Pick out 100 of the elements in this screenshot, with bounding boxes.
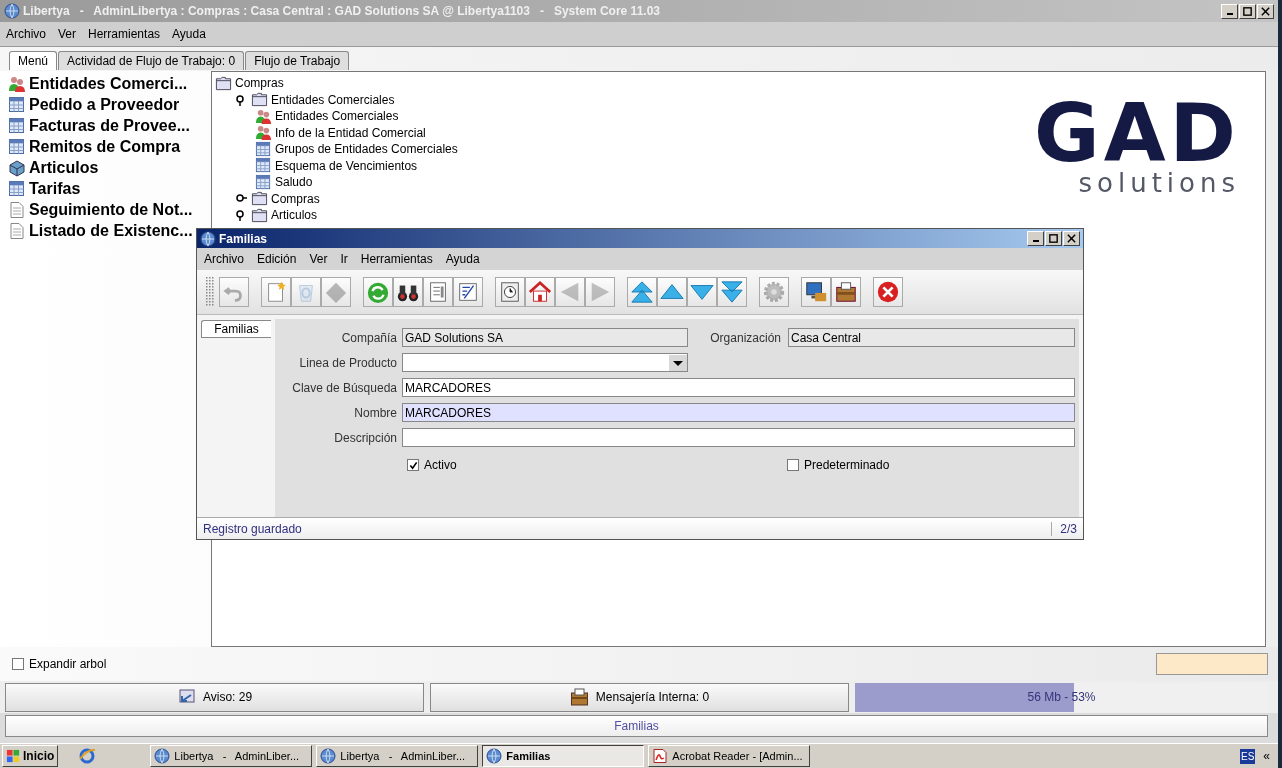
sidebar-item[interactable]: Tarifas [8,178,81,199]
minimize-button[interactable] [1221,3,1238,19]
sidebar-item[interactable]: Articulos [8,157,99,178]
tree-item[interactable]: Esquema de Vencimientos [255,157,418,175]
monitor-icon [804,280,828,304]
tree-item[interactable]: Compras [251,190,320,208]
tab[interactable]: Menú [9,51,58,70]
menu-item[interactable]: Ir [340,252,348,266]
refresh-icon [366,280,390,304]
sidebar-item[interactable]: Entidades Comerci... [8,73,188,94]
table-icon [8,116,26,135]
box-icon [8,158,26,177]
expanded-toggle-icon[interactable] [235,209,247,222]
input-field[interactable]: Casa Central [788,328,1075,347]
folder-icon [251,190,268,208]
folder-icon [251,91,268,109]
caret-icon [669,354,687,371]
double-up-arrow-icon [630,280,654,304]
close-button[interactable] [1257,3,1274,19]
browser-icon[interactable] [78,747,97,765]
globe-icon [320,748,337,764]
clock-icon [498,280,522,304]
field-label: Organización [709,330,782,345]
people-icon [255,124,272,142]
sidebar-item[interactable]: Pedido a Proveedor [8,94,180,115]
field-label: Clave de Búsqueda [291,380,397,395]
toolbar-button[interactable] [831,277,861,307]
field-label: Linea de Producto [298,355,397,370]
input-field[interactable]: MARCADORES [402,403,1075,422]
folder-icon [215,74,232,92]
tree-item[interactable]: Entidades Comerciales [251,91,395,109]
folder-icon [251,206,268,224]
tab[interactable]: Flujo de Trabajo [245,51,350,70]
active-window-label: Familias [614,719,659,733]
tray-expand-button[interactable]: « [1263,749,1276,763]
maximize-button[interactable] [1045,231,1062,246]
toolbar-grip-icon[interactable] [206,277,214,307]
menu-item[interactable]: Ayuda [172,27,206,41]
status-button[interactable]: Mensajería Interna: 0 [430,682,849,712]
menu-item[interactable]: Archivo [204,252,244,266]
menu-item[interactable]: Edición [257,252,297,266]
start-button[interactable]: Inicio [2,745,59,767]
maximize-button[interactable] [1239,3,1256,19]
maximize-icon [1048,233,1059,244]
toolbar-button[interactable] [393,277,423,307]
menu-item[interactable]: Ayuda [445,252,480,266]
tree-item[interactable]: Articulos [251,206,317,224]
language-indicator[interactable]: ES [1239,748,1256,764]
close-icon [876,280,900,304]
menu-item[interactable]: Ver [309,252,328,266]
table-icon [8,179,26,198]
input-field[interactable]: GAD Solutions SA [402,328,688,347]
menu-item[interactable]: Archivo [6,27,46,41]
expand-tree-checkbox[interactable]: Expandir arbol [12,657,107,671]
menu-item[interactable]: Ver [58,27,77,41]
checkbox[interactable]: Activo [402,458,787,472]
dialog-title: Familias [219,231,269,246]
tab[interactable]: Actividad de Flujo de Trabajo: 0 [58,51,245,70]
minimize-icon [1226,12,1233,15]
taskbar-button[interactable]: Libertya - AdminLiber... [150,745,313,767]
record-counter: 2/3 [1051,521,1083,536]
tree-item[interactable]: Compras [215,74,284,92]
dropdown-field[interactable] [402,353,688,372]
sidebar-item[interactable]: Seguimiento de Not... [8,199,193,220]
table-icon [255,140,272,158]
input-field[interactable]: MARCADORES [402,378,1075,397]
sidebar-item[interactable]: Facturas de Provee... [8,115,190,136]
minimize-icon [1032,240,1039,242]
status-button[interactable]: Aviso: 29 [5,682,424,712]
tab[interactable]: Familias [201,320,271,338]
eraser-icon [324,280,348,304]
input-field[interactable] [402,428,1075,447]
gear-icon [762,280,786,304]
minimize-button[interactable] [1027,231,1044,246]
close-button[interactable] [1063,231,1080,246]
globe-icon [154,748,171,764]
sidebar-item[interactable]: Listado de Existenc... [8,220,193,241]
tree-item[interactable]: Info de la Entidad Comercial [255,124,426,142]
menu-item[interactable]: Herramientas [88,27,161,41]
collapsed-toggle-icon[interactable] [235,192,247,205]
toolbar-button[interactable] [453,277,483,307]
toolbar-button[interactable] [801,277,831,307]
taskbar-button[interactable]: Familias [482,745,645,767]
taskbar-button[interactable]: Libertya - AdminLiber... [316,745,479,767]
tree-item[interactable]: Saludo [255,173,313,191]
briefcase-icon [834,280,858,304]
tree-item[interactable]: Grupos de Entidades Comerciales [255,140,458,158]
tree-item[interactable]: Entidades Comerciales [255,107,399,125]
checkbox[interactable]: Predeterminado [787,458,890,472]
globe-icon [200,230,216,247]
taskbar-button[interactable]: Acrobat Reader - [Admin... [648,745,811,767]
sidebar-item[interactable]: Remitos de Compra [8,136,181,157]
document-icon [8,221,26,240]
expanded-toggle-icon[interactable] [235,93,247,106]
home-icon [528,280,552,304]
menu-item[interactable]: Herramientas [360,252,433,266]
globe-icon [486,748,503,764]
table-icon [8,137,26,156]
form-icon [456,280,480,304]
table-icon [255,157,272,175]
